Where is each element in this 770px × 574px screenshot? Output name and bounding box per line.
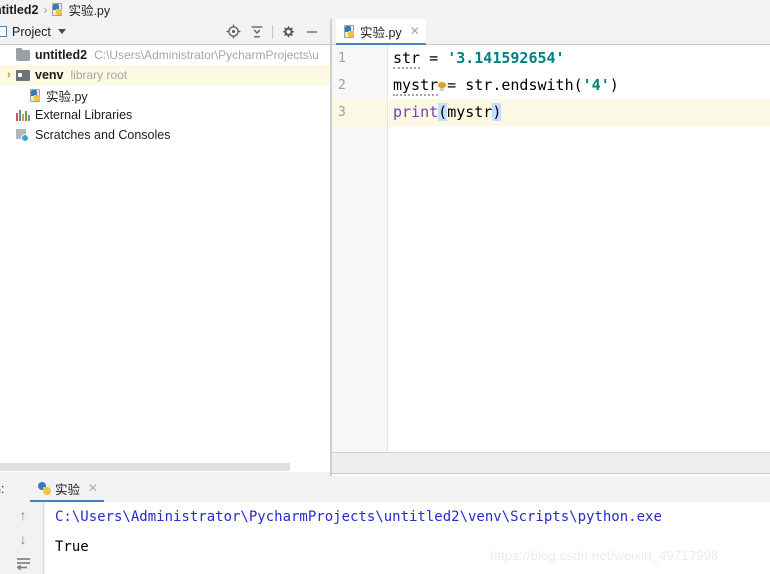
code-token: = [420, 49, 448, 67]
python-file-icon [30, 88, 43, 102]
run-console-output[interactable]: C:\Users\Administrator\PycharmProjects\u… [45, 502, 770, 574]
tree-label: Scratches and Consoles [35, 128, 171, 142]
tree-row-venv[interactable]: › venv library root [0, 65, 330, 85]
run-side-toolbar: ↑ ↓ [0, 502, 44, 574]
code-line-3[interactable]: print(mystr) [389, 99, 770, 126]
code-token-brace: ) [492, 103, 502, 121]
breadcrumb: ntitled2 › 实验.py [0, 0, 770, 19]
minimize-icon[interactable] [300, 21, 324, 43]
tree-row-scratches-and-consoles[interactable]: Scratches and Consoles [0, 125, 330, 145]
scrollbar-thumb[interactable] [0, 463, 290, 471]
project-tree: untitled2 C:\Users\Administrator\Pycharm… [0, 45, 330, 462]
editor-tab-label: 实验.py [360, 25, 402, 40]
code-token: ) [609, 76, 619, 94]
venv-folder-icon [16, 69, 30, 81]
intention-bulb-icon[interactable] [438, 82, 447, 91]
line-number: 3 [332, 99, 387, 126]
run-tabbar: n: 实验 ✕ [0, 476, 770, 502]
editor-tab-shiyan-py[interactable]: 实验.py ✕ [336, 19, 426, 45]
gear-icon[interactable] [276, 21, 300, 43]
python-file-icon [344, 24, 357, 38]
scroll-up-icon[interactable]: ↑ [14, 506, 32, 524]
close-icon[interactable]: ✕ [410, 25, 420, 37]
code-area[interactable]: str = '3.141592654' mystr = str.endswith… [389, 45, 770, 452]
tree-label: External Libraries [35, 108, 133, 122]
project-panel-title-group[interactable]: Project [0, 25, 66, 39]
soft-wrap-icon[interactable] [14, 554, 32, 572]
editor-gutter[interactable]: 1 2 3 [332, 45, 388, 452]
run-tab-label: 实验 [55, 482, 81, 497]
code-token-brace: ( [438, 103, 448, 121]
run-panel-label: n: [0, 482, 5, 496]
code-line-1[interactable]: str = '3.141592654' [389, 45, 770, 72]
code-token: str [393, 49, 421, 69]
tree-label: untitled2 [35, 48, 88, 62]
run-tab-shiyan[interactable]: 实验 ✕ [30, 476, 105, 502]
project-panel-header: Project [0, 19, 330, 45]
code-token: = str.endswith( [438, 76, 583, 94]
project-panel-title: Project [12, 24, 51, 39]
console-line-command: C:\Users\Administrator\PycharmProjects\u… [55, 509, 662, 525]
line-number: 1 [338, 51, 346, 66]
scroll-down-icon[interactable]: ↓ [14, 530, 32, 548]
breadcrumb-project[interactable]: ntitled2 [0, 3, 38, 17]
editor-tabbar: 实验.py ✕ [332, 19, 770, 45]
tree-label: venv [35, 68, 64, 82]
code-token-string: '4' [582, 76, 610, 94]
code-token-keyword: print [393, 103, 439, 121]
toolbar-divider [272, 24, 273, 39]
project-horizontal-scrollbar[interactable] [0, 462, 330, 472]
project-panel-toolbar [221, 21, 330, 43]
collapse-all-icon[interactable] [245, 21, 269, 43]
code-token: mystr [447, 103, 493, 121]
code-editor[interactable]: 1 2 3 str = '3.141592654' mystr = str.en… [332, 45, 770, 452]
folder-icon [16, 47, 30, 61]
breadcrumb-separator: › [43, 2, 48, 17]
breadcrumb-file[interactable]: 实验.py [68, 0, 110, 19]
python-file-icon [52, 3, 65, 16]
project-icon [0, 26, 7, 37]
run-tool-window: n: 实验 ✕ ↑ ↓ C:\Users [0, 476, 770, 574]
tree-detail: C:\Users\Administrator\PycharmProjects\u [94, 48, 319, 62]
line-number: 2 [338, 78, 346, 93]
code-token: mystr [393, 76, 439, 96]
tree-label: 实验.py [46, 89, 88, 104]
code-token-string: '3.141592654' [447, 49, 565, 67]
chevron-down-icon[interactable] [57, 29, 66, 34]
chevron-right-icon[interactable]: › [2, 69, 16, 81]
tree-row-shiyan-py[interactable]: 实验.py [0, 85, 330, 105]
python-run-icon [38, 481, 51, 495]
pycharm-window: ntitled2 › 实验.py Project [0, 0, 770, 574]
console-line-output: True [55, 539, 89, 555]
tree-row-external-libraries[interactable]: External Libraries [0, 105, 330, 125]
close-icon[interactable]: ✕ [88, 481, 98, 495]
code-line-2[interactable]: mystr = str.endswith('4') [389, 72, 770, 99]
tree-detail: library root [70, 68, 128, 82]
scratches-icon [16, 128, 30, 142]
locate-target-icon[interactable] [221, 21, 245, 43]
tree-row-untitled2[interactable]: untitled2 C:\Users\Administrator\Pycharm… [0, 45, 330, 65]
horizontal-splitter[interactable] [332, 452, 770, 474]
external-libraries-icon [16, 109, 30, 121]
